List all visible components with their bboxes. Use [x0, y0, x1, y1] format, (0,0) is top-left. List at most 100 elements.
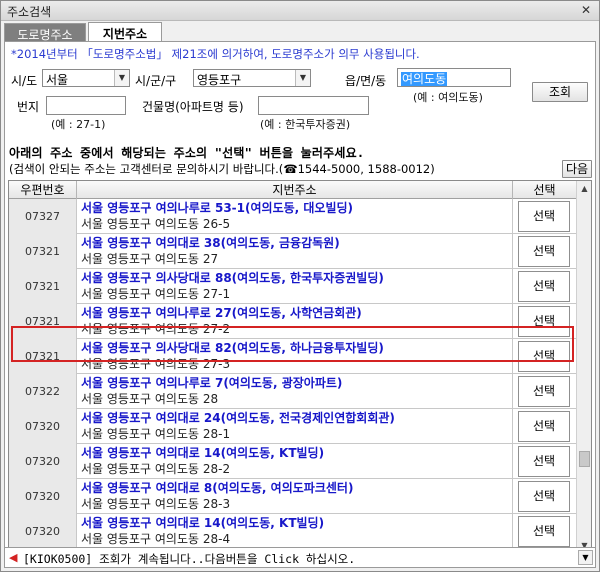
- beonji-label: 번지: [17, 100, 40, 114]
- select-button[interactable]: 선택: [518, 516, 570, 547]
- eup-label: 읍/면/동: [345, 74, 387, 88]
- header-zip: 우편번호: [9, 181, 77, 199]
- jibun-address: 서울 영등포구 여의도동 27: [81, 252, 219, 266]
- results-grid: 우편번호 지번주소 선택 07327 서울 영등포구 여의나루로 53-1(여의…: [8, 180, 592, 555]
- select-button[interactable]: 선택: [518, 201, 570, 232]
- table-row: 07322 서울 영등포구 여의나루로 7(여의도동, 광장아파트) 서울 영등…: [9, 374, 576, 409]
- column-divider: [512, 374, 513, 409]
- column-divider: [512, 444, 513, 479]
- speaker-icon: ◀: [9, 551, 18, 564]
- eup-value: 여의도동: [401, 72, 448, 86]
- table-row: 07320 서울 영등포구 여의대로 24(여의도동, 전국경제인연합회회관) …: [9, 409, 576, 444]
- sigungu-label: 시/군/구: [135, 74, 177, 88]
- zip-cell: 07320: [9, 444, 77, 479]
- select-button[interactable]: 선택: [518, 411, 570, 442]
- road-address: 서울 영등포구 여의대로 14(여의도동, KT빌딩): [81, 446, 325, 460]
- table-row: 07320 서울 영등포구 여의대로 14(여의도동, KT빌딩) 서울 영등포…: [9, 514, 576, 549]
- search-button[interactable]: 조회: [532, 82, 588, 102]
- column-divider: [512, 199, 513, 234]
- road-address: 서울 영등포구 여의나루로 27(여의도동, 사학연금회관): [81, 306, 362, 320]
- zip-cell: 07320: [9, 479, 77, 514]
- road-address: 서울 영등포구 여의대로 8(여의도동, 여의도파크센터): [81, 481, 354, 495]
- zip-cell: 07321: [9, 234, 77, 269]
- window-title: 주소검색: [7, 5, 52, 19]
- zip-cell: 07322: [9, 374, 77, 409]
- beonji-hint: (예 : 27-1): [51, 118, 106, 131]
- chevron-down-icon[interactable]: ▼: [295, 70, 310, 86]
- address-cell: 서울 영등포구 여의나루로 7(여의도동, 광장아파트) 서울 영등포구 여의도…: [81, 375, 511, 408]
- column-divider: [512, 479, 513, 514]
- jibun-address: 서울 영등포구 여의도동 28: [81, 392, 219, 406]
- address-cell: 서울 영등포구 여의대로 14(여의도동, KT빌딩) 서울 영등포구 여의도동…: [81, 515, 511, 548]
- select-button[interactable]: 선택: [518, 376, 570, 407]
- title-bar: 주소검색 ✕: [1, 1, 599, 21]
- vertical-scrollbar[interactable]: ▲ ▼: [576, 181, 591, 554]
- jibun-address: 서울 영등포구 여의도동 26-5: [81, 217, 231, 231]
- building-label: 건물명(아파트명 등): [142, 100, 244, 114]
- beonji-input[interactable]: [46, 96, 126, 115]
- table-row: 07321 서울 영등포구 여의대로 38(여의도동, 금융감독원) 서울 영등…: [9, 234, 576, 269]
- column-divider: [512, 514, 513, 549]
- table-row: 07320 서울 영등포구 여의대로 14(여의도동, KT빌딩) 서울 영등포…: [9, 444, 576, 479]
- road-address: 서울 영등포구 여의대로 24(여의도동, 전국경제인연합회회관): [81, 411, 395, 425]
- sido-value: 서울: [46, 73, 69, 87]
- address-cell: 서울 영등포구 여의대로 14(여의도동, KT빌딩) 서울 영등포구 여의도동…: [81, 445, 511, 478]
- zip-cell: 07321: [9, 269, 77, 304]
- header-select: 선택: [533, 183, 556, 197]
- jibun-address: 서울 영등포구 여의도동 28-2: [81, 462, 231, 476]
- close-icon[interactable]: ✕: [578, 3, 594, 18]
- building-input[interactable]: [258, 96, 369, 115]
- column-divider: [512, 269, 513, 304]
- sido-label: 시/도: [11, 74, 38, 88]
- contact-text: (검색이 안되는 주소는 고객센터로 문의하시기 바랍니다.(☎1544-500…: [9, 162, 435, 176]
- next-button[interactable]: 다음: [562, 160, 592, 178]
- eup-hint: (예 : 여의도동): [413, 91, 483, 104]
- road-address: 서울 영등포구 여의대로 38(여의도동, 금융감독원): [81, 236, 340, 250]
- scroll-thumb[interactable]: [579, 451, 590, 467]
- address-cell: 서울 영등포구 여의대로 24(여의도동, 전국경제인연합회회관) 서울 영등포…: [81, 410, 511, 443]
- sido-select[interactable]: 서울 ▼: [42, 69, 130, 87]
- tab-jibun-address[interactable]: 지번주소: [88, 22, 162, 41]
- column-divider: [512, 234, 513, 269]
- selected-row-highlight: [11, 326, 574, 362]
- jibun-address: 서울 영등포구 여의도동 27-1: [81, 287, 231, 301]
- search-panel: *2014년부터 「도로명주소법」 제21조에 의거하여, 도로명주소가 의무 …: [4, 41, 596, 568]
- sigungu-value: 영등포구: [197, 73, 242, 87]
- column-divider: [512, 409, 513, 444]
- tab-road-address[interactable]: 도로명주소: [4, 23, 86, 42]
- address-cell: 서울 영등포구 여의대로 38(여의도동, 금융감독원) 서울 영등포구 여의도…: [81, 235, 511, 268]
- jibun-address: 서울 영등포구 여의도동 28-1: [81, 427, 231, 441]
- instruction-text: 아래의 주소 중에서 해당되는 주소의 "선택" 버튼을 눌러주세요.: [9, 146, 365, 160]
- notice-text: *2014년부터 「도로명주소법」 제21조에 의거하여, 도로명주소가 의무 …: [11, 47, 420, 61]
- select-button[interactable]: 선택: [518, 446, 570, 477]
- address-cell: 서울 영등포구 여의나루로 53-1(여의도동, 대오빌딩) 서울 영등포구 여…: [81, 200, 511, 233]
- sigungu-select[interactable]: 영등포구 ▼: [193, 69, 311, 87]
- chevron-down-icon[interactable]: ▼: [578, 550, 593, 565]
- table-row: 07327 서울 영등포구 여의나루로 53-1(여의도동, 대오빌딩) 서울 …: [9, 199, 576, 234]
- grid-header: 우편번호 지번주소 선택: [9, 181, 576, 199]
- zip-cell: 07320: [9, 409, 77, 444]
- address-search-window: 주소검색 ✕ 도로명주소 지번주소 *2014년부터 「도로명주소법」 제21조…: [0, 0, 600, 572]
- address-cell: 서울 영등포구 여의대로 8(여의도동, 여의도파크센터) 서울 영등포구 여의…: [81, 480, 511, 513]
- zip-cell: 07327: [9, 199, 77, 234]
- building-hint: (예 : 한국투자증권): [260, 118, 351, 131]
- table-row: 07321 서울 영등포구 의사당대로 88(여의도동, 한국투자증권빌딩) 서…: [9, 269, 576, 304]
- address-cell: 서울 영등포구 의사당대로 88(여의도동, 한국투자증권빌딩) 서울 영등포구…: [81, 270, 511, 303]
- select-button[interactable]: 선택: [518, 271, 570, 302]
- road-address: 서울 영등포구 여의대로 14(여의도동, KT빌딩): [81, 516, 325, 530]
- status-message: [KIOK0500] 조회가 계속됩니다..다음버튼을 Click 하십시오.: [23, 552, 356, 566]
- road-address: 서울 영등포구 여의나루로 53-1(여의도동, 대오빌딩): [81, 201, 354, 215]
- chevron-down-icon[interactable]: ▼: [114, 70, 129, 86]
- table-row: 07320 서울 영등포구 여의대로 8(여의도동, 여의도파크센터) 서울 영…: [9, 479, 576, 514]
- road-address: 서울 영등포구 의사당대로 88(여의도동, 한국투자증권빌딩): [81, 271, 384, 285]
- road-address: 서울 영등포구 여의나루로 7(여의도동, 광장아파트): [81, 376, 343, 390]
- select-button[interactable]: 선택: [518, 236, 570, 267]
- select-button[interactable]: 선택: [518, 481, 570, 512]
- scroll-up-icon[interactable]: ▲: [577, 181, 591, 197]
- eup-input[interactable]: 여의도동: [397, 68, 511, 87]
- jibun-address: 서울 영등포구 여의도동 28-4: [81, 532, 231, 546]
- header-address: 지번주소: [77, 181, 513, 199]
- status-bar: ◀ [KIOK0500] 조회가 계속됩니다..다음버튼을 Click 하십시오…: [4, 547, 596, 568]
- jibun-address: 서울 영등포구 여의도동 28-3: [81, 497, 231, 511]
- zip-cell: 07320: [9, 514, 77, 549]
